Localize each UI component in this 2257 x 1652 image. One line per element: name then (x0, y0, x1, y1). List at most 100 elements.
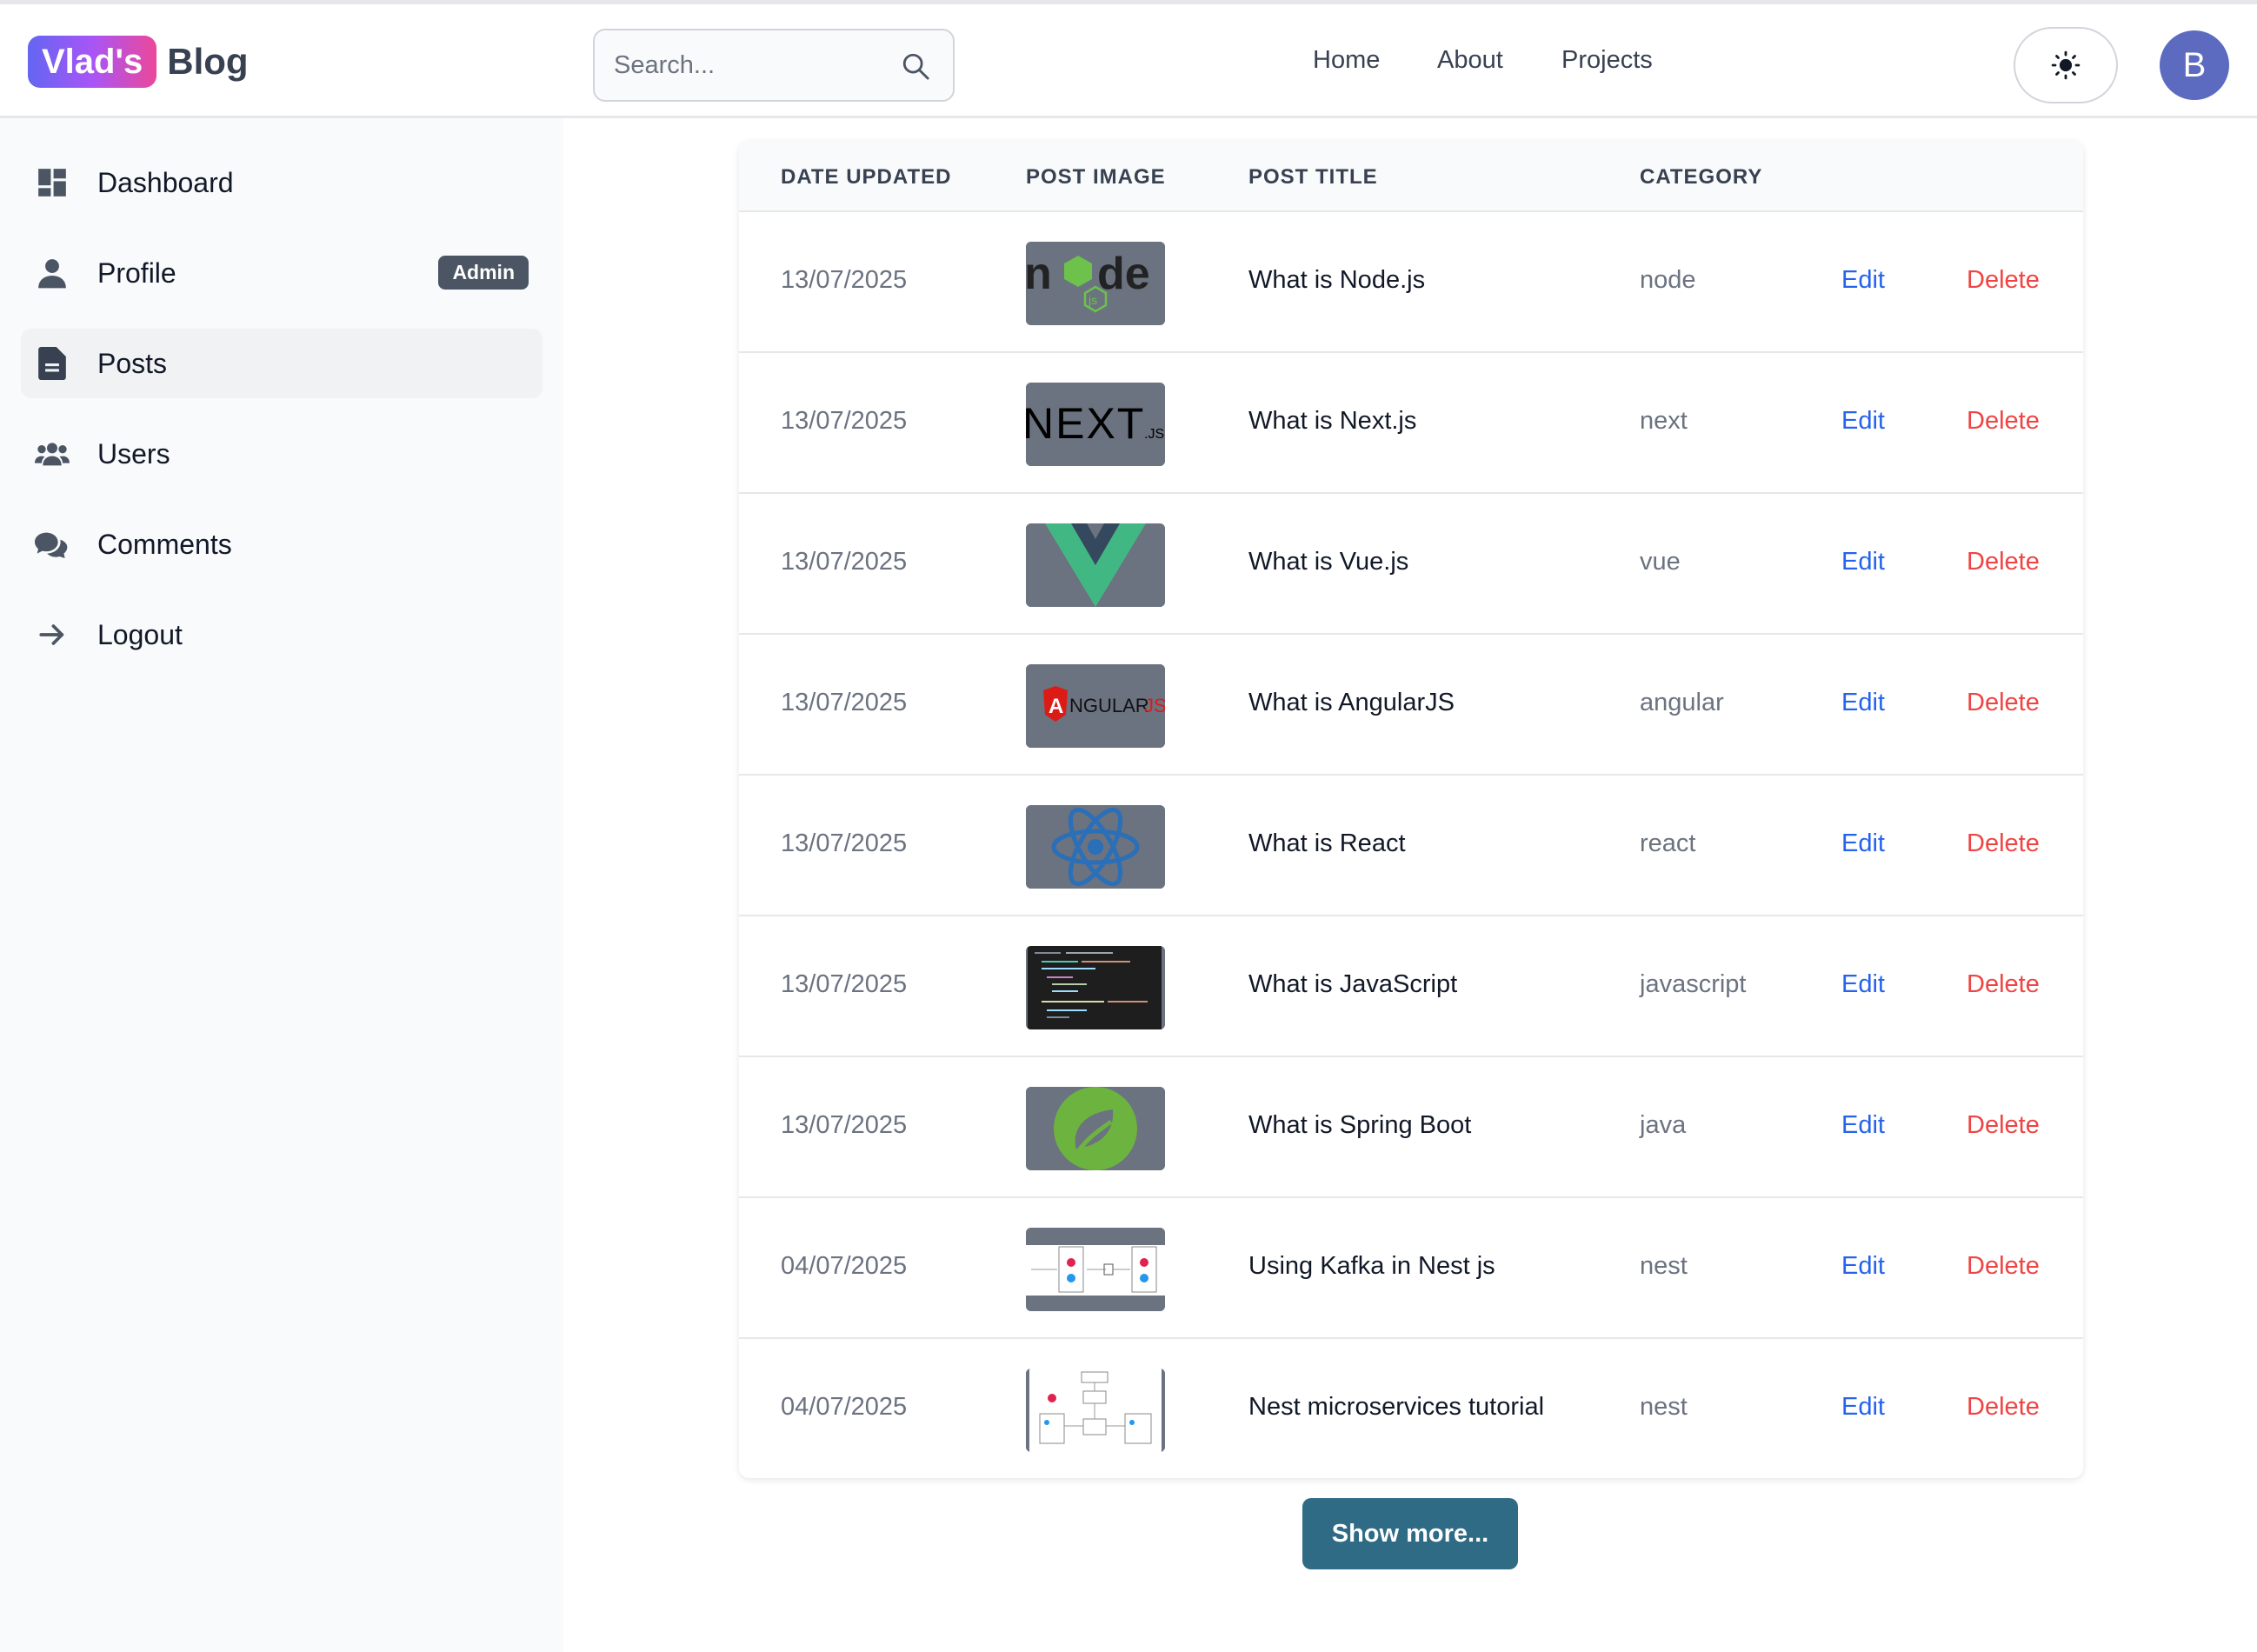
post-title[interactable]: What is React (1248, 829, 1406, 858)
vue-js-logo (1026, 523, 1165, 607)
edit-link[interactable]: Edit (1841, 1111, 1885, 1140)
sidebar-item-users[interactable]: Users (21, 419, 543, 489)
table-row: 13/07/2025 What is Vue.js vue Edit Delet… (739, 492, 2083, 633)
post-category: angular (1640, 689, 1724, 716)
svg-text:js: js (1088, 293, 1097, 307)
post-title[interactable]: Using Kafka in Nest js (1248, 1252, 1495, 1281)
delete-link[interactable]: Delete (1967, 1393, 2040, 1422)
search-icon[interactable] (901, 51, 930, 81)
post-image[interactable] (1026, 805, 1165, 889)
post-category: nest (1640, 1252, 1688, 1280)
post-category: java (1640, 1111, 1687, 1139)
sidebar-item-dashboard[interactable]: Dashboard (21, 148, 543, 217)
svg-text:n: n (1026, 249, 1052, 299)
date-updated: 13/07/2025 (781, 1111, 908, 1139)
react-logo (1026, 805, 1165, 889)
sidebar-item-label: Comments (97, 528, 232, 560)
post-category: javascript (1640, 970, 1747, 998)
svg-text:A: A (1049, 695, 1063, 718)
table-header: DATE UPDATED POST IMAGE POST TITLE CATEG… (739, 141, 2083, 210)
post-title[interactable]: What is JavaScript (1248, 970, 1457, 999)
nav-link-projects[interactable]: Projects (1561, 46, 1653, 75)
edit-link[interactable]: Edit (1841, 1252, 1885, 1281)
date-updated: 04/07/2025 (781, 1252, 908, 1280)
column-header-date: DATE UPDATED (781, 165, 952, 189)
post-image[interactable]: n de js (1026, 242, 1165, 325)
delete-link[interactable]: Delete (1967, 689, 2040, 717)
spring-boot-logo (1026, 1087, 1165, 1170)
sidebar-item-profile[interactable]: Profile Admin (21, 238, 543, 308)
edit-link[interactable]: Edit (1841, 266, 1885, 295)
edit-link[interactable]: Edit (1841, 548, 1885, 576)
date-updated: 13/07/2025 (781, 970, 908, 998)
search-input[interactable] (595, 30, 953, 100)
svg-text:NGULAR: NGULAR (1069, 695, 1149, 716)
next-js-logo: NEXT .JS (1026, 383, 1165, 466)
column-header-category: CATEGORY (1640, 165, 1763, 189)
brand-badge: Vlad's (28, 36, 157, 88)
sidebar-item-comments[interactable]: Comments (21, 510, 543, 579)
date-updated: 13/07/2025 (781, 407, 908, 435)
nav-link-about[interactable]: About (1437, 46, 1503, 75)
post-category: nest (1640, 1393, 1688, 1421)
date-updated: 13/07/2025 (781, 689, 908, 716)
table-row: 13/07/2025 n de js What is Node.js node … (739, 210, 2083, 351)
date-updated: 13/07/2025 (781, 829, 908, 857)
sidebar-item-label: Dashboard (97, 166, 234, 198)
svg-text:.JS: .JS (1144, 427, 1164, 442)
post-title[interactable]: What is AngularJS (1248, 689, 1455, 717)
edit-link[interactable]: Edit (1841, 829, 1885, 858)
user-avatar[interactable]: B (2160, 30, 2229, 100)
post-title[interactable]: What is Next.js (1248, 407, 1416, 436)
table-row: 13/07/2025 A NGULAR JS What is AngularJS… (739, 633, 2083, 774)
comments-icon (35, 527, 70, 562)
post-image[interactable] (1026, 1087, 1165, 1170)
delete-link[interactable]: Delete (1967, 266, 2040, 295)
site-logo[interactable]: Vlad's Blog (28, 36, 249, 88)
post-image[interactable] (1026, 1369, 1165, 1452)
column-header-image: POST IMAGE (1026, 165, 1166, 189)
edit-link[interactable]: Edit (1841, 689, 1885, 717)
theme-toggle-button[interactable] (2014, 27, 2118, 103)
javascript-code-screenshot (1026, 946, 1165, 1029)
sidebar-item-posts[interactable]: Posts (21, 329, 543, 398)
svg-text:JS: JS (1144, 695, 1165, 716)
post-image[interactable] (1026, 523, 1165, 607)
delete-link[interactable]: Delete (1967, 548, 2040, 576)
edit-link[interactable]: Edit (1841, 407, 1885, 436)
post-image[interactable]: A NGULAR JS (1026, 664, 1165, 748)
sidebar-item-label: Posts (97, 347, 168, 379)
delete-link[interactable]: Delete (1967, 829, 2040, 858)
sun-icon (2051, 50, 2081, 80)
delete-link[interactable]: Delete (1967, 1252, 2040, 1281)
table-row: 04/07/2025 Using Kafka in Nest js nest E… (739, 1196, 2083, 1337)
sidebar-item-label: Users (97, 437, 170, 470)
search-box (593, 29, 955, 102)
edit-link[interactable]: Edit (1841, 970, 1885, 999)
delete-link[interactable]: Delete (1967, 970, 2040, 999)
sidebar-item-label: Profile (97, 256, 176, 289)
edit-link[interactable]: Edit (1841, 1393, 1885, 1422)
sidebar-item-logout[interactable]: Logout (21, 600, 543, 669)
delete-link[interactable]: Delete (1967, 1111, 2040, 1140)
top-navbar: Vlad's Blog Home About Projects B (0, 0, 2257, 118)
post-image[interactable]: NEXT .JS (1026, 383, 1165, 466)
post-image[interactable] (1026, 1228, 1165, 1311)
sidebar: Dashboard Profile Admin Posts Users Comm… (0, 118, 563, 1652)
table-row: 13/07/2025 What is React react Edit Dele… (739, 774, 2083, 915)
post-image[interactable] (1026, 946, 1165, 1029)
delete-link[interactable]: Delete (1967, 407, 2040, 436)
show-more-button[interactable]: Show more... (1302, 1498, 1518, 1569)
post-title[interactable]: What is Vue.js (1248, 548, 1408, 576)
post-title[interactable]: What is Spring Boot (1248, 1111, 1471, 1140)
date-updated: 04/07/2025 (781, 1393, 908, 1421)
nav-link-home[interactable]: Home (1313, 46, 1380, 75)
post-title[interactable]: Nest microservices tutorial (1248, 1393, 1544, 1422)
nest-microservices-diagram (1026, 1369, 1165, 1452)
post-title[interactable]: What is Node.js (1248, 266, 1425, 295)
post-category: node (1640, 266, 1696, 294)
table-row: 13/07/2025 NEXT .JS What is Next.js next… (739, 351, 2083, 492)
kafka-nest-diagram (1026, 1228, 1165, 1311)
user-icon (35, 256, 70, 290)
dashboard-icon (35, 165, 70, 200)
